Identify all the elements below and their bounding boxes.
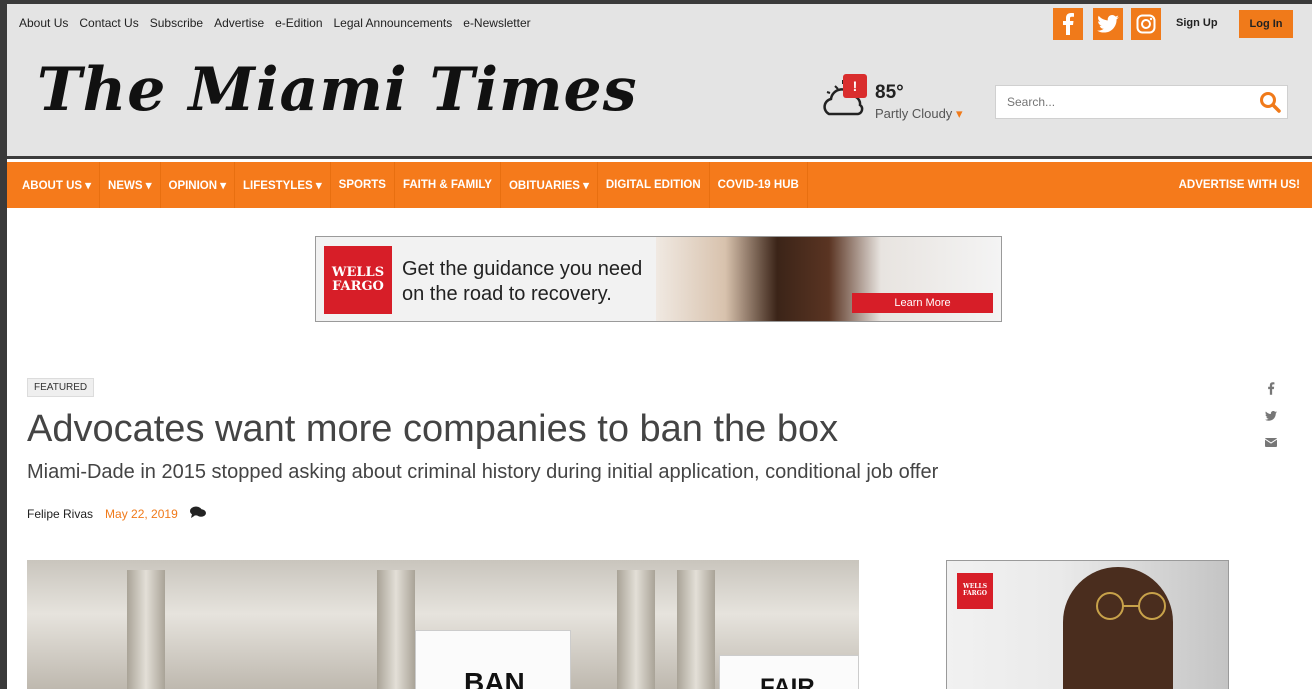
sidebar-ad[interactable]: WELLS FARGO xyxy=(946,560,1229,689)
search-icon[interactable] xyxy=(1259,91,1281,113)
nav-item-about-us[interactable]: ABOUT US ▾ xyxy=(14,162,101,208)
search-input[interactable] xyxy=(996,86,1256,118)
protest-sign: BAN xyxy=(415,630,571,689)
twitter-icon[interactable] xyxy=(1093,8,1123,40)
nav-item-covid-19-hub[interactable]: COVID-19 HUB xyxy=(710,162,808,208)
instagram-icon[interactable] xyxy=(1131,8,1161,40)
photo-column xyxy=(617,570,655,689)
banner-ad-text-line1: Get the guidance you need xyxy=(402,258,643,280)
top-link-e-newsletter[interactable]: e-Newsletter xyxy=(463,16,530,30)
learn-more-button[interactable]: Learn More xyxy=(852,293,993,313)
photo-column xyxy=(677,570,715,689)
weather-temperature: 85° xyxy=(875,82,904,103)
share-bar xyxy=(1264,382,1278,450)
sign-up-link[interactable]: Sign Up xyxy=(1176,17,1218,29)
weather-alert-mark: ! xyxy=(852,78,858,94)
article-headline: Advocates want more companies to ban the… xyxy=(27,408,839,450)
side-logo-line2: FARGO xyxy=(963,590,987,597)
top-link-subscribe[interactable]: Subscribe xyxy=(150,16,203,30)
share-facebook-icon[interactable] xyxy=(1267,382,1275,398)
article-subheadline: Miami-Dade in 2015 stopped asking about … xyxy=(27,461,939,483)
article-date: May 22, 2019 xyxy=(105,506,178,521)
share-email-icon[interactable] xyxy=(1264,435,1278,450)
nav-item-faith-family[interactable]: FAITH & FAMILY xyxy=(395,162,501,208)
nav-item-advertise[interactable]: ADVERTISE WITH US! xyxy=(1179,162,1300,208)
facebook-icon[interactable] xyxy=(1053,8,1083,40)
sidebar-ad-photo xyxy=(1063,567,1173,689)
nav-item-news[interactable]: NEWS ▾ xyxy=(100,162,161,208)
top-link-about-us[interactable]: About Us xyxy=(19,16,68,30)
wells-fargo-logo: WELLS FARGO xyxy=(957,573,993,609)
nav-item-obituaries[interactable]: OBITUARIES ▾ xyxy=(501,162,598,208)
article-hero-image[interactable]: BAN FAIR xyxy=(27,560,859,689)
top-links: About Us Contact Us Subscribe Advertise … xyxy=(19,16,531,30)
log-in-button[interactable]: Log In xyxy=(1239,10,1293,38)
search-box xyxy=(995,85,1288,119)
wf-logo-line2: FARGO xyxy=(332,279,384,294)
article-author[interactable]: Felipe Rivas xyxy=(27,507,93,521)
glasses-graphic xyxy=(1096,592,1166,620)
wf-logo-line1: WELLS xyxy=(331,264,385,280)
weather-condition-label: Partly Cloudy xyxy=(875,106,953,121)
protest-sign-text: BAN xyxy=(464,667,525,689)
banner-ad-text-line2: on the road to recovery. xyxy=(402,283,612,305)
nav-item-sports[interactable]: SPORTS xyxy=(331,162,395,208)
comments-icon[interactable] xyxy=(189,506,206,521)
main-navigation: ABOUT US ▾ NEWS ▾ OPINION ▾ LIFESTYLES ▾… xyxy=(7,162,1312,208)
banner-ad[interactable]: WELLS FARGO Get the guidance you need on… xyxy=(315,236,1002,322)
nav-item-lifestyles[interactable]: LIFESTYLES ▾ xyxy=(235,162,331,208)
site-logo[interactable]: The Miami Times xyxy=(37,60,637,120)
chevron-down-icon: ▾ xyxy=(955,106,963,121)
browser-viewport: About Us Contact Us Subscribe Advertise … xyxy=(7,4,1312,689)
top-link-e-edition[interactable]: e-Edition xyxy=(275,16,322,30)
nav-item-digital-edition[interactable]: DIGITAL EDITION xyxy=(598,162,710,208)
protest-sign-text: FAIR xyxy=(760,674,815,689)
photo-column xyxy=(127,570,165,689)
wells-fargo-logo: WELLS FARGO xyxy=(324,246,392,314)
weather-alert-icon: ! xyxy=(843,74,867,98)
weather-condition[interactable]: Partly Cloudy ▾ xyxy=(875,106,962,122)
banner-ad-text: Get the guidance you need on the road to… xyxy=(402,257,642,307)
share-twitter-icon[interactable] xyxy=(1265,409,1277,424)
protest-sign: FAIR xyxy=(719,655,859,689)
featured-tag[interactable]: FEATURED xyxy=(27,378,95,397)
article-byline: Felipe Rivas May 22, 2019 xyxy=(27,506,206,521)
top-link-contact-us[interactable]: Contact Us xyxy=(79,16,138,30)
nav-item-opinion[interactable]: OPINION ▾ xyxy=(161,162,236,208)
site-header: About Us Contact Us Subscribe Advertise … xyxy=(7,4,1312,159)
photo-column xyxy=(377,570,415,689)
top-link-legal-announcements[interactable]: Legal Announcements xyxy=(334,16,453,30)
top-link-advertise[interactable]: Advertise xyxy=(214,16,264,30)
